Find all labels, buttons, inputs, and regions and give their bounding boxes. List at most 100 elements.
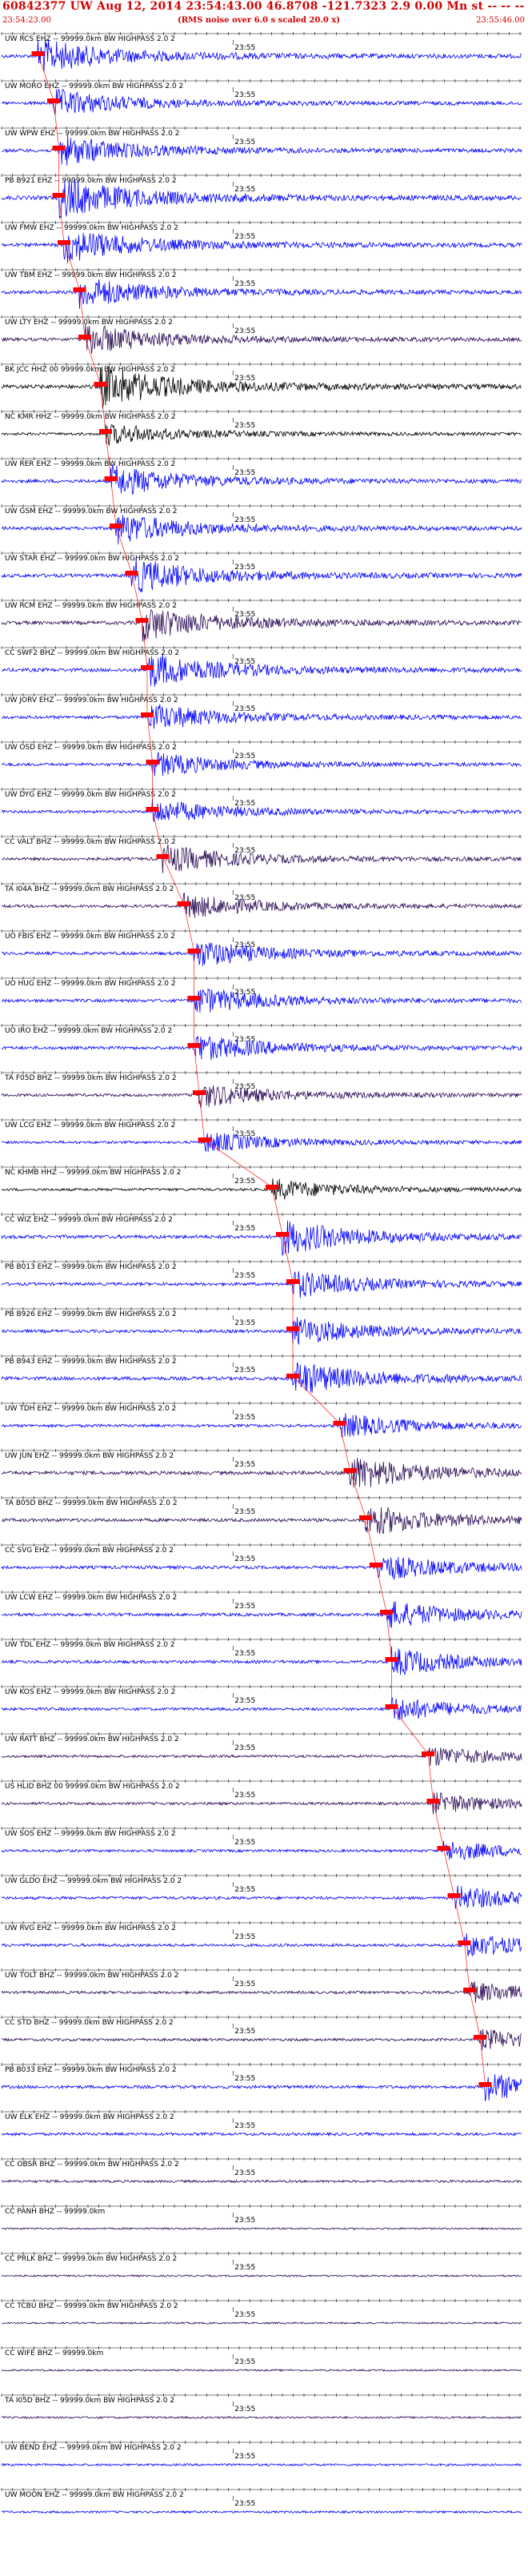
waveform-trace [1, 844, 522, 873]
channel-46: CC PANH BHZ -- 99999.0km 23:55 [1, 2205, 522, 2231]
channel-28: PB B943 EHZ -- 99999.0km BW HIGHPASS 2.0… [1, 1354, 522, 1393]
channel-label: UW GLDO EHZ -- 99999.0km BW HIGHPASS 2.0… [5, 1877, 182, 1885]
waveform-trace [1, 1792, 522, 1815]
waveform-trace [1, 892, 522, 918]
waveform-trace [1, 1601, 522, 1628]
channel-40: UW RVG EHZ -- 99999.0km BW HIGHPASS 2.0 … [1, 1921, 522, 1957]
minute-tick-label: 23:55 [234, 1933, 255, 1941]
minute-tick-label: 23:55 [234, 186, 255, 194]
minute-tick-label: 23:55 [234, 1886, 255, 1894]
minute-tick-label: 23:55 [234, 1225, 255, 1233]
channel-9: UW RER EHZ -- 99999.0km BW HIGHPASS 2.0 … [1, 457, 522, 495]
minute-tick-label: 23:55 [234, 752, 255, 760]
minute-tick-label: 23:55 [234, 2500, 255, 2508]
channel-42: CC STD BHZ -- 99999.0km BW HIGHPASS 2.0 … [1, 2016, 522, 2051]
waveform-trace [1, 1933, 522, 1957]
channel-36: UW RATT BHZ -- 99999.0km BW HIGHPASS 2.0… [1, 1732, 522, 1766]
channel-label: UW LTY EHZ -- 99999.0km BW HIGHPASS 2.0 … [5, 319, 173, 327]
channel-25: CC WIZ EHZ -- 99999.0km BW HIGHPASS 2.0 … [1, 1213, 522, 1256]
moveout-line [38, 53, 486, 2085]
minute-tick-label: 23:55 [234, 1697, 255, 1705]
channel-20: UO HUG EHZ -- 99999.0km BW HIGHPASS 2.0 … [1, 977, 522, 1013]
channel-label: CC SWF2 BHZ -- 99999.0km BW HIGHPASS 2.0… [5, 649, 179, 657]
waveform-trace [1, 988, 522, 1013]
minute-tick-label: 23:55 [234, 941, 255, 949]
channel-label: UW FMW EHZ -- 99999.0km BW HIGHPASS 2.0 … [5, 224, 178, 232]
channel-label: BK JCC HHZ 00 99999.0km BW HIGHPASS 2.0 … [5, 366, 175, 374]
waveform-trace [1, 134, 522, 167]
waveform-trace [1, 1747, 522, 1766]
minute-tick-label: 23:55 [234, 1650, 255, 1658]
waveform-trace [1, 1085, 522, 1109]
channel-12: UW RCM EHZ -- 99999.0km BW HIGHPASS 2.0 … [1, 599, 522, 642]
channel-16: UW DYG EHZ -- 99999.0km BW HIGHPASS 2.0 … [1, 788, 522, 822]
minute-tick-label: 23:55 [234, 138, 255, 146]
channel-label: NC KHMB HHZ -- 99999.0km BW HIGHPASS 2.0… [5, 1169, 181, 1177]
minute-tick-label: 23:55 [234, 1461, 255, 1469]
channel-label: NC KMR HHZ -- 99999.0km BW HIGHPASS 2.0 … [5, 413, 176, 421]
waveform-trace [1, 2131, 522, 2137]
waveform-trace [1, 232, 522, 263]
seismogram-plot: UW RCS EHZ -- 99999.0km BW HIGHPASS 2.0 … [1, 32, 522, 2514]
channel-11: UW STAR EHZ -- 99999.0km BW HIGHPASS 2.0… [1, 552, 522, 592]
channel-21: UO IRO EHZ -- 99999.0km BW HIGHPASS 2.0 … [1, 1024, 522, 1061]
minute-tick-label: 23:55 [234, 1555, 255, 1563]
channel-label: UW STAR EHZ -- 99999.0km BW HIGHPASS 2.0… [5, 555, 179, 563]
channel-35: UW KOS EHZ -- 99999.0km BW HIGHPASS 2.0 … [1, 1685, 522, 1720]
waveform-trace [1, 942, 522, 966]
waveform-trace [1, 557, 522, 592]
minute-tick-label: 23:55 [234, 91, 255, 99]
waveform-trace [1, 2274, 522, 2277]
minute-tick-label: 23:55 [234, 2217, 255, 2225]
channel-label: CC VALT BHZ -- 99999.0km BW HIGHPASS 2.0… [5, 838, 176, 846]
channel-label: CC WIZ EHZ -- 99999.0km BW HIGHPASS 2.0 … [5, 1216, 173, 1224]
channel-34: UW TDL EHZ -- 99999.0km BW HIGHPASS 2.0 … [1, 1638, 522, 1675]
waveform-trace [1, 654, 522, 687]
waveform-trace [1, 2074, 522, 2101]
channel-label: CC WIFE BHZ -- 99999.0km [5, 2349, 103, 2357]
waveform-trace [1, 1133, 522, 1153]
waveform-trace [1, 2369, 522, 2373]
channel-label: UW JORV EHZ -- 99999.0km BW HIGHPASS 2.0… [5, 696, 178, 704]
channel-label: PB B921 EHZ -- 99999.0km BW HIGHPASS 2.0… [5, 177, 177, 185]
channel-1: UW MORO EHZ -- 99999.0km BW HIGHPASS 2.0… [1, 79, 522, 115]
minute-tick-label: 23:55 [234, 375, 255, 383]
minute-tick-label: 23:55 [234, 2311, 255, 2319]
waveform-trace [1, 1646, 522, 1675]
channel-18: TA I04A BHZ -- 99999.0km BW HIGHPASS 2.0… [1, 882, 522, 918]
waveform-trace [1, 464, 522, 495]
channel-31: TA B05D BHZ -- 99999.0km BW HIGHPASS 2.0… [1, 1496, 522, 1535]
channel-19: UO FBIS EHZ -- 99999.0km BW HIGHPASS 2.0… [1, 929, 522, 966]
channel-7: BK JCC HHZ 00 99999.0km BW HIGHPASS 2.0 … [1, 363, 522, 409]
channel-51: UW BEND EHZ -- 99999.0km BW HIGHPASS 2.0… [1, 2441, 522, 2467]
minute-tick-label: 23:55 [234, 233, 255, 241]
channel-4: UW FMW EHZ -- 99999.0km BW HIGHPASS 2.0 … [1, 221, 522, 263]
channel-29: UW TDH EHZ -- 99999.0km BW HIGHPASS 2.0 … [1, 1402, 522, 1438]
waveform-trace [1, 2321, 522, 2325]
minute-tick-label: 23:55 [234, 1272, 255, 1280]
minute-tick-label: 23:55 [234, 1083, 255, 1091]
channel-23: UW LCG EHZ -- 99999.0km BW HIGHPASS 2.0 … [1, 1118, 522, 1153]
channel-label: UW MOON EHZ -- 99999.0km BW HIGHPASS 2.0… [5, 2491, 184, 2499]
channel-44: UW ELK EHZ -- 99999.0km BW HIGHPASS 2.0 … [1, 2110, 522, 2137]
waveform-trace [1, 2510, 522, 2514]
waveform-trace [1, 1271, 522, 1298]
minute-tick-label: 23:55 [234, 422, 255, 430]
minute-tick-label: 23:55 [234, 2405, 255, 2413]
channel-50: TA I05D BHZ -- 99999.0km BW HIGHPASS 2.0… [1, 2393, 522, 2420]
channel-label: CC PRLK BHZ -- 99999.0km BW HIGHPASS 2.0… [5, 2255, 177, 2263]
channel-label: UW RVG EHZ -- 99999.0km BW HIGHPASS 2.0 … [5, 1924, 176, 1932]
waveform-trace [1, 1413, 522, 1438]
waveform-trace [1, 279, 522, 309]
minute-tick-label: 23:55 [234, 2264, 255, 2272]
channel-label: UW WPW EHZ -- 99999.0km BW HIGHPASS 2.0 … [5, 130, 179, 138]
channel-8: NC KMR HHZ -- 99999.0km BW HIGHPASS 2.0 … [1, 410, 522, 447]
waveform-trace [1, 704, 522, 729]
waveform-trace [1, 1981, 522, 2004]
channel-label: CC TCBU BHZ -- 99999.0km BW HIGHPASS 2.0… [5, 2302, 178, 2310]
minute-tick-label: 23:55 [234, 894, 255, 902]
minute-tick-label: 23:55 [234, 1839, 255, 1847]
channel-label: UW DYG EHZ -- 99999.0km BW HIGHPASS 2.0 … [5, 791, 176, 799]
channel-label: UW GSM EHZ -- 99999.0km BW HIGHPASS 2.0 … [5, 508, 178, 516]
waveform-trace [1, 2462, 522, 2467]
